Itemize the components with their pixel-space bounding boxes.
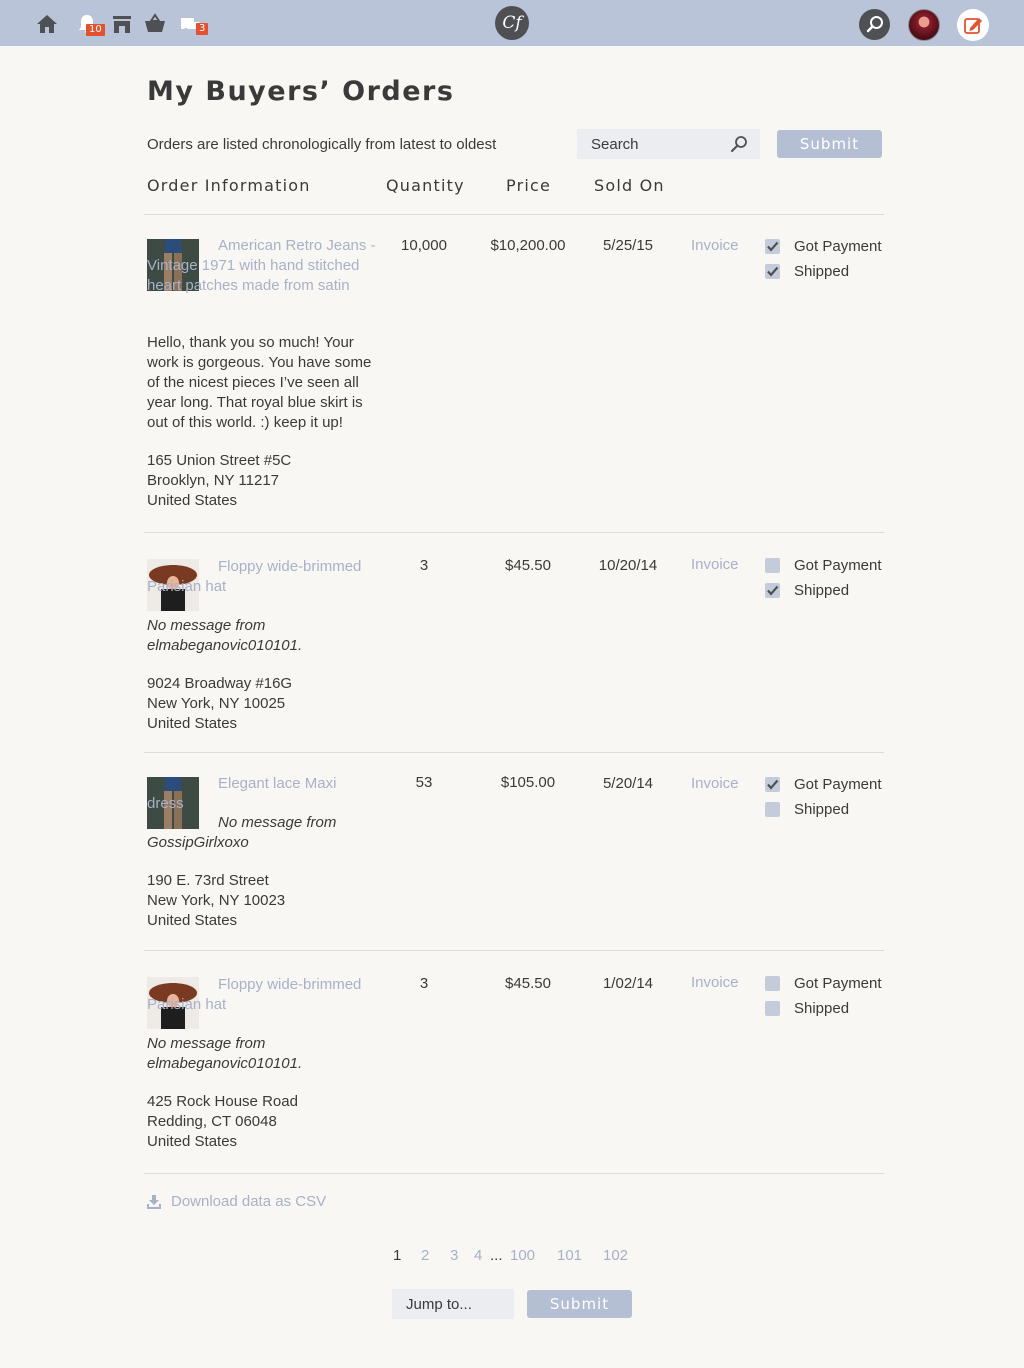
page-link-102[interactable]: 102 (603, 1247, 628, 1264)
page-subtitle: Orders are listed chronologically from l… (147, 136, 497, 153)
order-quantity: 53 (415, 774, 433, 791)
order-quantity: 3 (419, 557, 429, 574)
page-title: My Buyers’ Orders (147, 76, 455, 107)
page-link-100[interactable]: 100 (510, 1247, 535, 1264)
buyer-message: No message from GossipGirlxoxo (147, 814, 337, 851)
order-divider (144, 752, 884, 753)
got-payment-checkbox[interactable] (765, 558, 780, 573)
order-divider (144, 1173, 884, 1174)
product-name-link[interactable]: American Retro Jeans - Vintage 1971 with… (147, 236, 377, 296)
search-icon (866, 16, 883, 33)
shipping-address-country: United States (147, 492, 238, 509)
site-logo[interactable]: Cf (495, 6, 529, 40)
buyer-message: No message from elmabeganovic010101. (147, 617, 303, 654)
shop-icon[interactable] (110, 12, 134, 36)
product-name-link[interactable]: Floppy wide-brimmed Parisian hat (147, 975, 377, 1015)
home-icon[interactable] (35, 12, 59, 36)
invoice-link[interactable]: Invoice (691, 974, 739, 991)
order-search-box (577, 129, 760, 159)
shipping-address-line1: 190 E. 73rd Street (147, 872, 269, 889)
header-divider (144, 214, 884, 215)
page-ellipsis: ... (490, 1247, 503, 1264)
shipped-checkbox[interactable] (765, 1001, 780, 1016)
top-navigation-bar: 10 3 Cf (0, 0, 1024, 46)
compose-button[interactable] (957, 9, 989, 41)
page-link-4[interactable]: 4 (474, 1247, 482, 1264)
column-header-sold-on: Sold On (594, 176, 665, 195)
got-payment-label: Got Payment (794, 557, 882, 574)
shipping-count-badge: 3 (196, 23, 209, 35)
shipping-address-line1: 9024 Broadway #16G (147, 675, 293, 692)
shipping-address-line2: Brooklyn, NY 11217 (147, 472, 280, 489)
shipped-label: Shipped (794, 1000, 850, 1017)
download-icon (147, 1195, 161, 1209)
page-link-3[interactable]: 3 (450, 1247, 458, 1264)
jump-submit-button[interactable]: Submit (527, 1290, 632, 1318)
page-link-1[interactable]: 1 (393, 1247, 401, 1264)
order-search-input[interactable] (577, 129, 717, 159)
shipped-checkbox[interactable] (765, 264, 780, 279)
order-price: $10,200.00 (490, 237, 566, 254)
shipping-address-country: United States (147, 715, 238, 732)
shipped-label: Shipped (794, 582, 850, 599)
invoice-link[interactable]: Invoice (691, 556, 739, 573)
got-payment-checkbox[interactable] (765, 239, 780, 254)
checkmark-icon (767, 241, 779, 252)
got-payment-label: Got Payment (794, 776, 882, 793)
edit-icon (964, 18, 982, 34)
shipped-checkbox[interactable] (765, 583, 780, 598)
buyer-message: No message from elmabeganovic010101. (147, 1035, 303, 1072)
order-quantity: 3 (419, 975, 429, 992)
product-name-link[interactable]: Elegant lace Maxi dress (147, 774, 377, 814)
order-divider (144, 950, 884, 951)
jump-to-page-input[interactable] (392, 1289, 514, 1319)
buyer-message: Hello, thank you so much! Your work is g… (147, 334, 372, 431)
shopping-basket-icon[interactable] (143, 12, 167, 36)
search-icon[interactable] (729, 134, 749, 154)
got-payment-checkbox[interactable] (765, 777, 780, 792)
order-sold-on: 5/25/15 (602, 237, 654, 254)
checkmark-icon (767, 585, 779, 596)
shipping-address-line2: Redding, CT 06048 (147, 1113, 277, 1130)
notifications-count-badge: 10 (86, 24, 105, 36)
order-price: $45.50 (505, 557, 551, 574)
shipped-label: Shipped (794, 263, 850, 280)
order-sold-on: 10/20/14 (598, 557, 658, 574)
column-header-order-information: Order Information (147, 176, 311, 195)
checkmark-icon (767, 266, 779, 277)
download-csv-label: Download data as CSV (171, 1193, 327, 1210)
shipped-checkbox[interactable] (765, 802, 780, 817)
order-sold-on: 1/02/14 (602, 975, 654, 992)
shipped-label: Shipped (794, 801, 850, 818)
search-button[interactable] (859, 9, 890, 40)
order-price: $45.50 (505, 975, 551, 992)
got-payment-label: Got Payment (794, 975, 882, 992)
user-avatar[interactable] (908, 9, 940, 41)
search-submit-button[interactable]: Submit (777, 130, 882, 158)
order-quantity: 10,000 (401, 237, 447, 254)
shipping-address-country: United States (147, 912, 238, 929)
column-header-quantity: Quantity (386, 176, 465, 195)
got-payment-label: Got Payment (794, 238, 882, 255)
order-price: $105.00 (500, 774, 556, 791)
order-sold-on: 5/20/14 (602, 775, 654, 792)
invoice-link[interactable]: Invoice (691, 237, 739, 254)
column-header-price: Price (506, 176, 552, 195)
page-link-2[interactable]: 2 (421, 1247, 429, 1264)
shipping-address-line2: New York, NY 10025 (147, 695, 286, 712)
invoice-link[interactable]: Invoice (691, 775, 739, 792)
product-name-link[interactable]: Floppy wide-brimmed Parisian hat (147, 557, 377, 597)
shipping-address-line1: 425 Rock House Road (147, 1093, 298, 1110)
shipping-address-country: United States (147, 1133, 238, 1150)
page-link-101[interactable]: 101 (557, 1247, 582, 1264)
order-divider (144, 532, 884, 533)
shipping-address-line2: New York, NY 10023 (147, 892, 286, 909)
got-payment-checkbox[interactable] (765, 976, 780, 991)
checkmark-icon (767, 779, 779, 790)
shipping-address-line1: 165 Union Street #5C (147, 452, 292, 469)
jump-to-page-box (392, 1289, 514, 1319)
